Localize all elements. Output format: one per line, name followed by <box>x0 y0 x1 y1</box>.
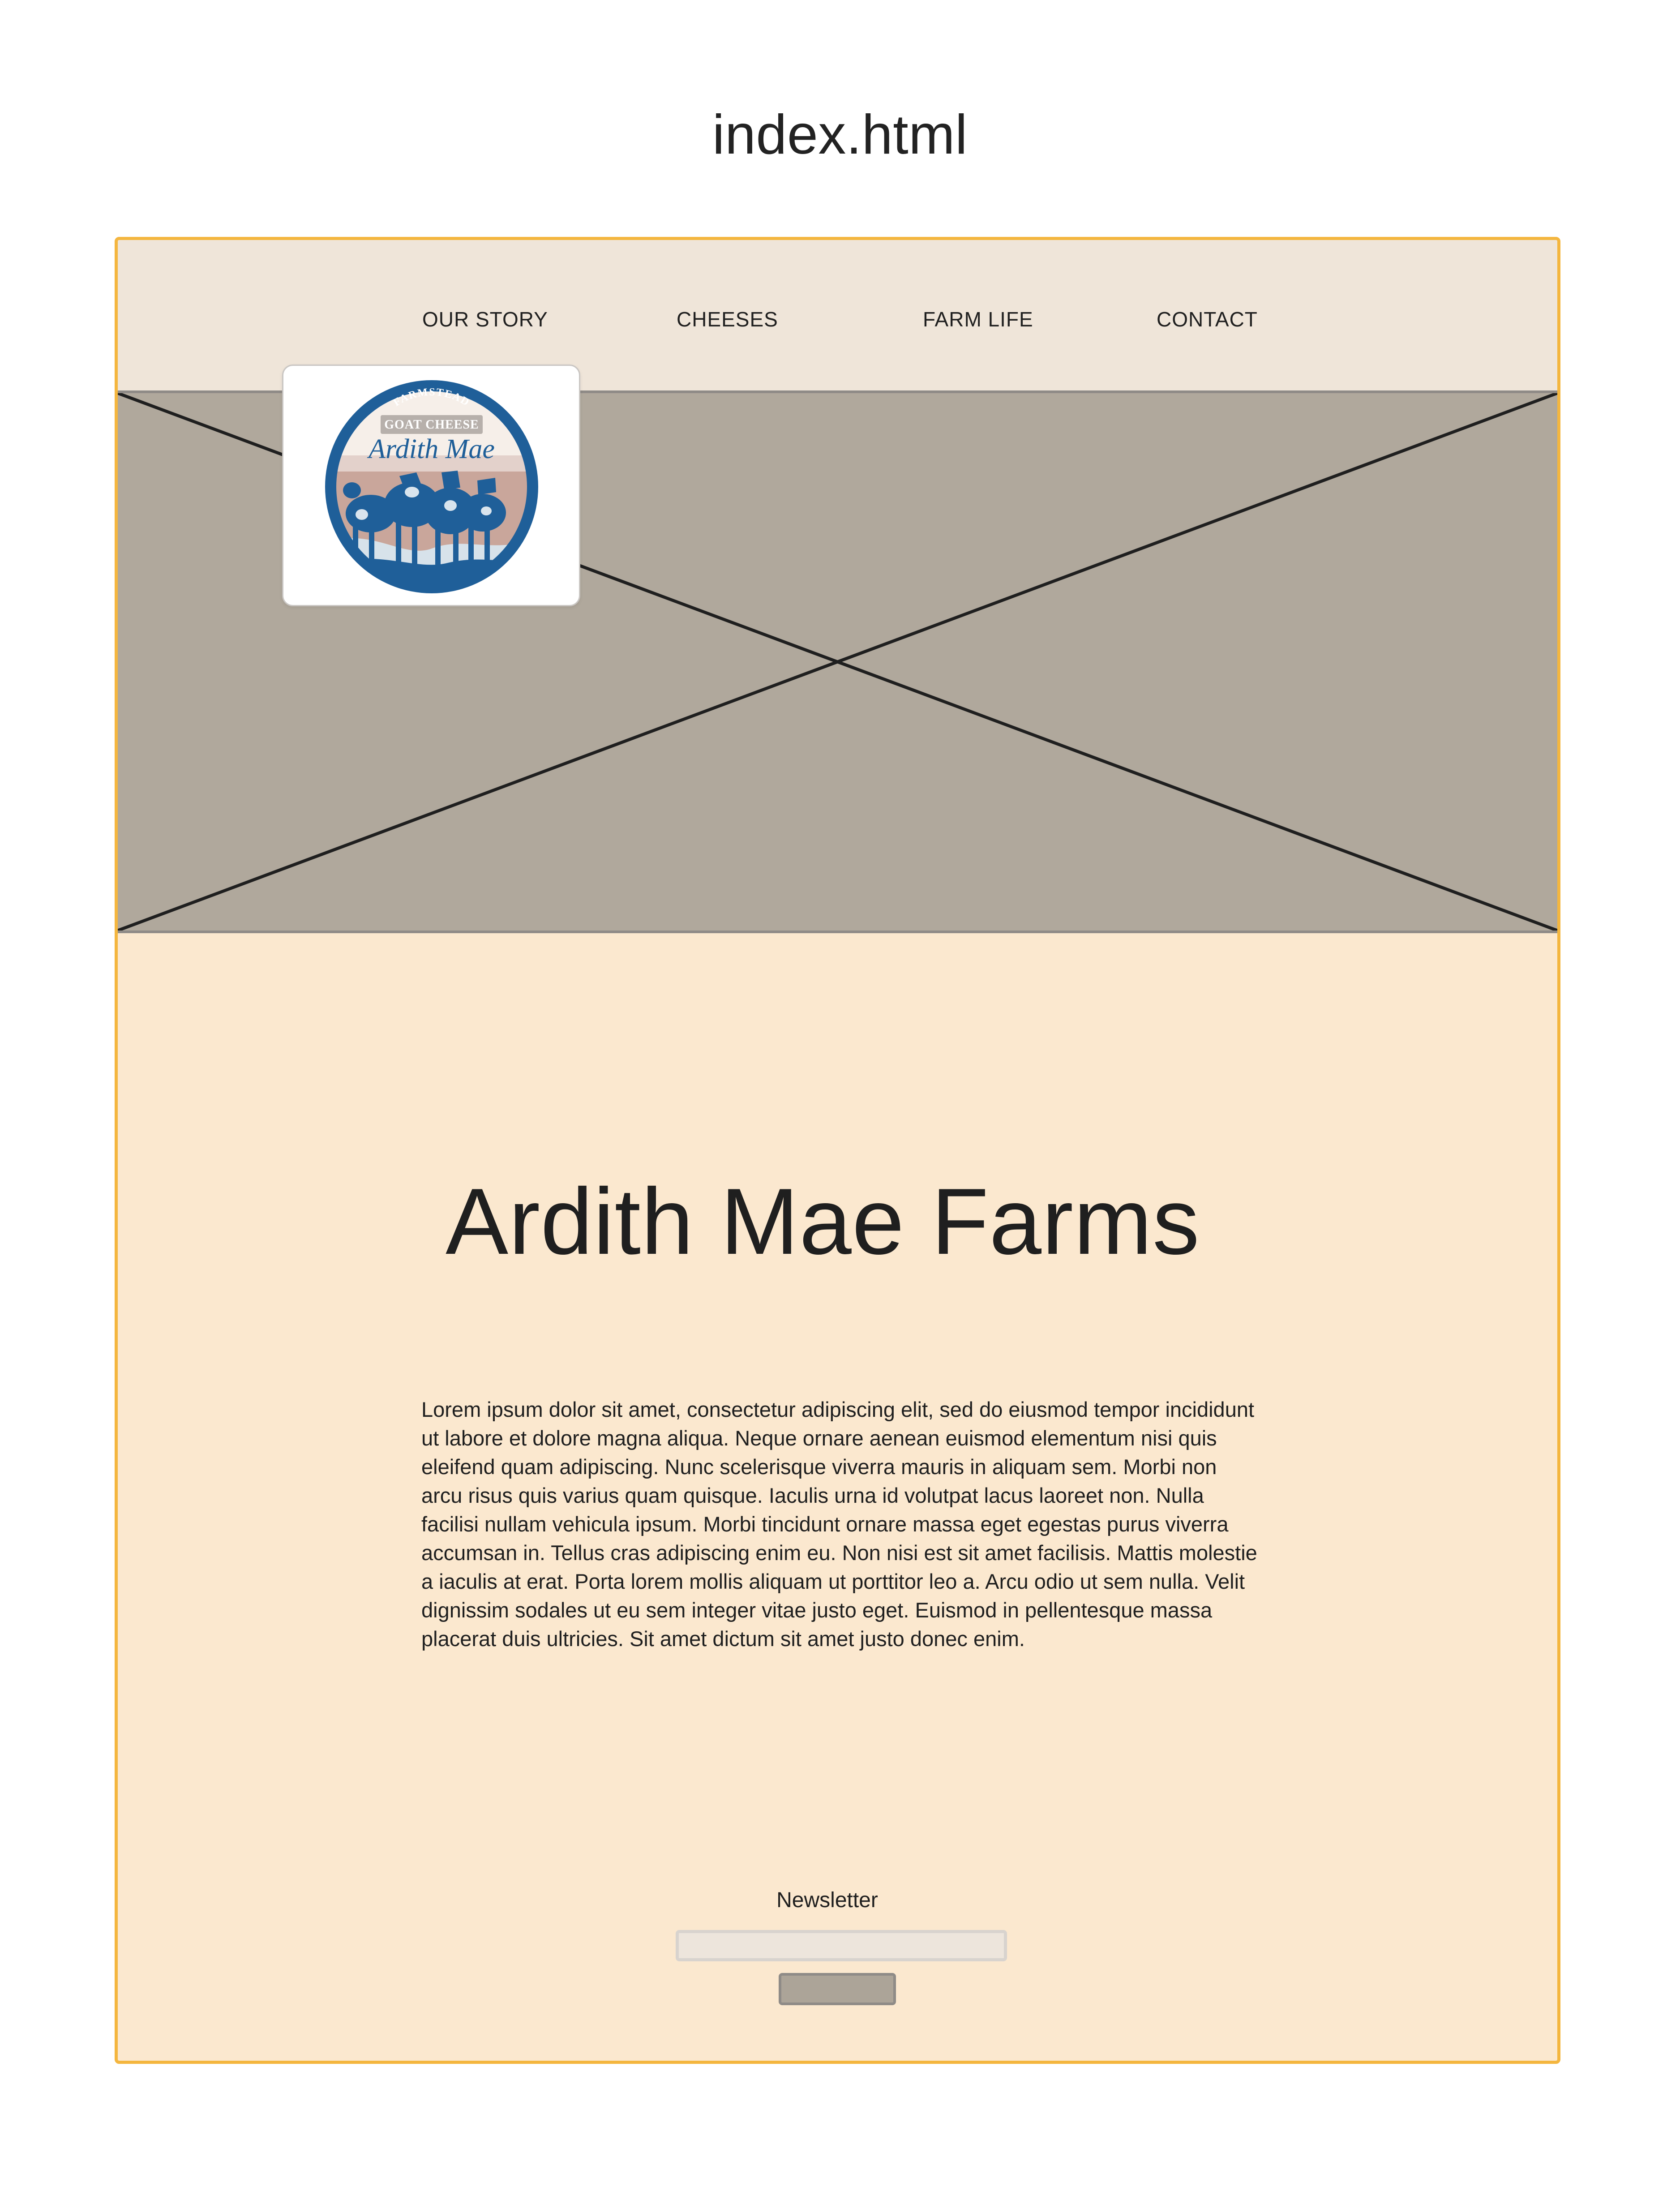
newsletter-input[interactable] <box>676 1930 1007 1961</box>
goat-logo-icon: FARMSTEAD GOAT CHEESE Ardith Mae <box>325 380 538 593</box>
nav-item-cheeses[interactable]: CHEESES <box>677 307 778 331</box>
newsletter-label: Newsletter <box>776 1888 878 1912</box>
page-title: Ardith Mae Farms <box>446 1168 1200 1274</box>
body-copy: Lorem ipsum dolor sit amet, consectetur … <box>421 1398 1257 1651</box>
nav-item-contact[interactable]: CONTACT <box>1157 307 1258 331</box>
site-wireframe: OUR STORY CHEESES FARM LIFE CONTACT FARM… <box>115 237 1560 2064</box>
logo-card[interactable]: FARMSTEAD GOAT CHEESE Ardith Mae <box>282 364 580 606</box>
newsletter-submit-button[interactable] <box>779 1973 896 2005</box>
logo-sub-text: GOAT CHEESE <box>384 418 479 432</box>
nav-item-farm-life[interactable]: FARM LIFE <box>923 307 1033 331</box>
nav-item-our-story[interactable]: OUR STORY <box>422 307 548 331</box>
file-name: index.html <box>712 104 968 166</box>
logo-script-text: Ardith Mae <box>367 434 495 464</box>
